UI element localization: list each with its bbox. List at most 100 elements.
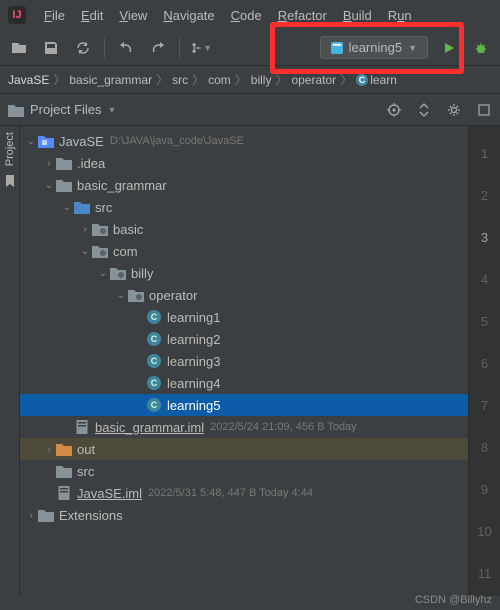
tree-node-file[interactable]: C learning3 <box>20 350 468 372</box>
node-path: D:\JAVA\java_code\JavaSE <box>110 135 244 147</box>
chevron-right-icon: 〉 <box>156 71 168 88</box>
run-configuration-selector[interactable]: learning5 ▼ <box>320 36 428 59</box>
project-panel-header: Project Files ▼ <box>0 94 500 126</box>
project-view-selector[interactable]: Project Files ▼ <box>8 102 116 117</box>
tree-node[interactable]: ⌄ basic_grammar <box>20 174 468 196</box>
svg-text:C: C <box>151 334 158 344</box>
menu-code[interactable]: Code <box>225 6 268 25</box>
tree-node[interactable]: src <box>20 460 468 482</box>
node-label: .idea <box>77 156 105 171</box>
tree-node-file[interactable]: JavaSE.iml 2022/5/31 5:48, 447 B Today 4… <box>20 482 468 504</box>
tree-node[interactable]: › out <box>20 438 468 460</box>
collapse-icon[interactable]: ⌄ <box>42 180 56 191</box>
tree-node[interactable]: › basic <box>20 218 468 240</box>
svg-text:C: C <box>151 312 158 322</box>
line-number: 1 <box>481 132 488 174</box>
menu-file[interactable]: File <box>38 6 71 25</box>
node-label: out <box>77 442 95 457</box>
crumb-root[interactable]: JavaSE <box>8 73 49 87</box>
tree-node[interactable]: › Extensions <box>20 504 468 526</box>
node-label: basic <box>113 222 143 237</box>
crumb-item[interactable]: billy <box>251 73 272 87</box>
undo-icon[interactable] <box>115 37 137 59</box>
locate-icon[interactable] <box>386 102 402 118</box>
menu-run[interactable]: Run <box>382 6 418 25</box>
menu-bar: IJ File Edit View Navigate Code Refactor… <box>0 0 500 30</box>
open-icon[interactable] <box>8 37 30 59</box>
bookmark-icon[interactable] <box>3 174 17 188</box>
node-label: learning5 <box>167 398 221 413</box>
line-number: 3 <box>481 216 488 258</box>
node-meta: 2022/5/24 21:09, 456 B Today <box>210 421 357 433</box>
panel-title: Project Files <box>30 102 102 117</box>
line-number: 10 <box>477 510 491 552</box>
crumb-item[interactable]: operator <box>291 73 336 87</box>
tree-node-root[interactable]: ⌄ JavaSE D:\JAVA\java_code\JavaSE <box>20 130 468 152</box>
save-icon[interactable] <box>40 37 62 59</box>
debug-button[interactable] <box>470 37 492 59</box>
collapse-icon[interactable]: ⌄ <box>114 290 128 301</box>
sync-icon[interactable] <box>72 37 94 59</box>
node-label: basic_grammar <box>77 178 167 193</box>
project-tool-tab[interactable]: Project <box>4 132 16 166</box>
line-number: 7 <box>481 384 488 426</box>
expand-icon[interactable]: › <box>42 158 56 169</box>
expand-icon[interactable]: › <box>42 444 56 455</box>
vcs-icon[interactable]: ▼ <box>190 37 212 59</box>
collapse-icon[interactable]: ⌄ <box>96 268 110 279</box>
svg-text:C: C <box>151 378 158 388</box>
line-number: 11 <box>478 552 492 594</box>
gear-icon[interactable] <box>446 102 462 118</box>
application-icon <box>331 42 343 54</box>
crumb-item[interactable]: learn <box>370 73 397 87</box>
tree-node[interactable]: ⌄ billy <box>20 262 468 284</box>
menu-navigate[interactable]: Navigate <box>157 6 220 25</box>
class-icon: C <box>356 74 368 86</box>
node-label: JavaSE.iml <box>77 486 142 501</box>
node-label: com <box>113 244 138 259</box>
chevron-down-icon: ▼ <box>108 105 117 115</box>
tree-node[interactable]: ⌄ com <box>20 240 468 262</box>
crumb-item[interactable]: src <box>172 73 188 87</box>
tree-node-file[interactable]: C learning4 <box>20 372 468 394</box>
node-label: learning3 <box>167 354 221 369</box>
collapse-icon[interactable]: ⌄ <box>78 246 92 257</box>
tree-node[interactable]: ⌄ operator <box>20 284 468 306</box>
tree-node-file-selected[interactable]: C learning5 <box>20 394 468 416</box>
crumb-item[interactable]: com <box>208 73 231 87</box>
run-config-label: learning5 <box>349 40 403 55</box>
line-number: 5 <box>481 300 488 342</box>
tool-window-stripe: Project <box>0 126 20 596</box>
collapse-icon[interactable]: ⌄ <box>60 202 74 213</box>
node-label: operator <box>149 288 197 303</box>
svg-text:C: C <box>151 400 158 410</box>
chevron-down-icon: ▼ <box>408 43 417 53</box>
line-number: 9 <box>481 468 488 510</box>
node-label: learning2 <box>167 332 221 347</box>
tree-node[interactable]: › .idea <box>20 152 468 174</box>
line-number: 8 <box>481 426 488 468</box>
app-logo-icon: IJ <box>8 6 26 24</box>
watermark: CSDN @Billyhz <box>415 594 492 606</box>
tree-node-file[interactable]: C learning1 <box>20 306 468 328</box>
expand-all-icon[interactable] <box>416 102 432 118</box>
chevron-right-icon: 〉 <box>275 71 287 88</box>
tree-node-file[interactable]: C learning2 <box>20 328 468 350</box>
tree-node[interactable]: ⌄ src <box>20 196 468 218</box>
line-number: 4 <box>481 258 488 300</box>
menu-build[interactable]: Build <box>337 6 378 25</box>
collapse-icon[interactable]: ⌄ <box>24 136 38 147</box>
menu-view[interactable]: View <box>113 6 153 25</box>
hide-icon[interactable] <box>476 102 492 118</box>
tree-node-file[interactable]: basic_grammar.iml 2022/5/24 21:09, 456 B… <box>20 416 468 438</box>
menu-edit[interactable]: Edit <box>75 6 109 25</box>
node-meta: 2022/5/31 5:48, 447 B Today 4:44 <box>148 487 313 499</box>
expand-icon[interactable]: › <box>78 224 92 235</box>
redo-icon[interactable] <box>147 37 169 59</box>
run-button[interactable] <box>438 37 460 59</box>
expand-icon[interactable]: › <box>24 510 38 521</box>
menu-refactor[interactable]: Refactor <box>272 6 333 25</box>
crumb-item[interactable]: basic_grammar <box>69 73 152 87</box>
chevron-right-icon: 〉 <box>192 71 204 88</box>
project-tree[interactable]: ⌄ JavaSE D:\JAVA\java_code\JavaSE › .ide… <box>20 126 468 596</box>
